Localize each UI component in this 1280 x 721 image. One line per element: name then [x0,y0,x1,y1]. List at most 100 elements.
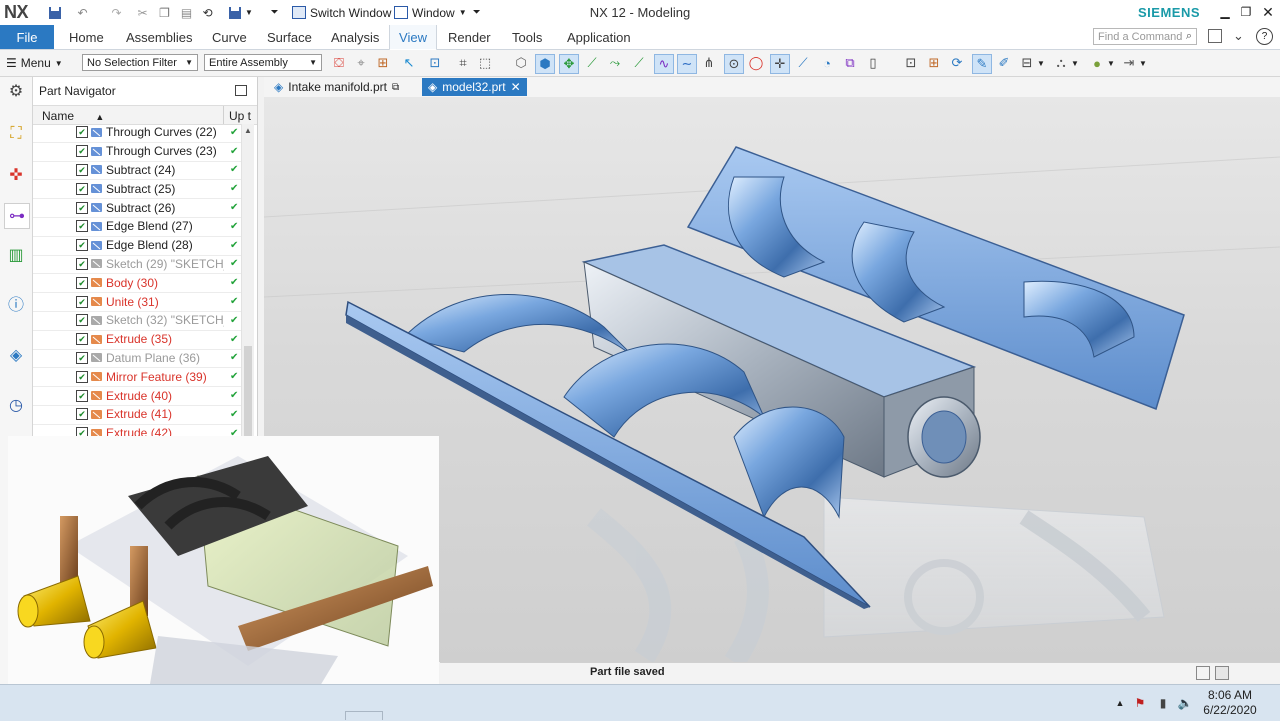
tab-tools[interactable]: Tools [512,25,542,49]
tab-model32[interactable]: ◈ model32.prt ✕ [422,78,527,96]
taskbar-app-button[interactable] [345,711,383,720]
feature-row[interactable]: ✔ Edge Blend (28) ✔ [33,236,241,256]
selection-filter-select[interactable]: No Selection Filter ▼ [82,54,198,71]
selection-status-icon[interactable] [1196,666,1210,680]
zoom-icon[interactable]: ⊞ [925,54,943,72]
help-icon[interactable]: ? [1256,28,1273,45]
feature-row[interactable]: ✔ Sketch (29) "SKETCH_... ✔ [33,255,241,275]
tab-surface[interactable]: Surface [267,25,312,49]
visibility-checkbox[interactable]: ✔ [76,145,88,158]
chevron-down-icon[interactable]: ▼ [1070,54,1080,72]
action-center-icon[interactable]: ⚑ [1132,695,1148,711]
curve-icon[interactable]: ⤳ [606,54,624,72]
visibility-checkbox[interactable]: ✔ [76,182,88,195]
visibility-checkbox[interactable]: ✔ [76,314,88,327]
feature-row[interactable]: ✔ Through Curves (22) ✔ [33,123,241,143]
feature-row[interactable]: ✔ Extrude (40) ✔ [33,386,241,406]
chevron-down-icon[interactable]: ▼ [1036,54,1046,72]
filter-settings-icon[interactable]: ⌖ [352,54,370,72]
feature-row[interactable]: ✔ Extrude (41) ✔ [33,405,241,425]
tab-view[interactable]: View [389,25,437,51]
web-browser-icon[interactable]: ⓘ [4,291,28,315]
scroll-up-icon[interactable]: ▲ [244,126,252,135]
document-icon[interactable]: ▯ [864,54,882,72]
show-hide-icon[interactable]: ⊡ [426,54,444,72]
select-face-icon[interactable]: ↖ [400,54,418,72]
feature-row[interactable]: ✔ Datum Plane (36) ✔ [33,349,241,369]
measure-icon[interactable]: ✐ [995,54,1013,72]
maximize-icon[interactable] [235,85,247,96]
help-chevron-icon[interactable]: ⌄ [1233,28,1244,44]
visibility-checkbox[interactable]: ✔ [76,239,88,252]
close-icon[interactable]: ✕ [1259,4,1277,20]
column-up-to-date[interactable]: Up t [229,109,255,123]
feature-row[interactable]: ✔ Through Curves (23) ✔ [33,142,241,162]
menu-button[interactable]: ☰ Menu ▼ [6,53,63,73]
quadrant-point-icon[interactable]: ◔ [818,54,836,72]
edge-icon[interactable]: ⟋ [630,54,648,72]
show-hidden-icons-icon[interactable]: ▲ [1112,695,1128,711]
minimize-icon[interactable]: ▁ [1216,4,1234,20]
rotate-icon[interactable]: ⟳ [948,54,966,72]
render-style-icon[interactable]: ⛬ [1052,54,1070,72]
tab-render[interactable]: Render [448,25,491,49]
feature-row[interactable]: ✔ Unite (31) ✔ [33,292,241,312]
feature-row[interactable]: ✔ Subtract (24) ✔ [33,161,241,181]
column-name[interactable]: Name ▲ [42,109,104,123]
visibility-checkbox[interactable]: ✔ [76,351,88,364]
filter-reset-icon[interactable]: ⛋ [330,54,348,72]
restore-icon[interactable]: ❐ [1237,4,1255,20]
snap-point-icon[interactable]: ⊞ [374,54,392,72]
rectangle-select-icon[interactable]: ⬚ [476,54,494,72]
feature-row[interactable]: ✔ Mirror Feature (39) ✔ [33,367,241,388]
scrollbar-thumb[interactable] [244,346,252,436]
visibility-checkbox[interactable]: ✔ [76,126,88,139]
face-select-icon[interactable]: ⬢ [535,54,555,74]
assembly-navigator-icon[interactable]: ⛶ [4,122,28,146]
visibility-checkbox[interactable]: ✔ [76,295,88,308]
visibility-checkbox[interactable]: ✔ [76,276,88,289]
visibility-checkbox[interactable]: ✔ [76,257,88,270]
chevron-down-icon[interactable]: ▼ [1106,54,1116,72]
angle-icon[interactable]: ⋔ [700,54,718,72]
battery-icon[interactable]: ▮ [1155,695,1171,711]
part-navigator-icon[interactable]: ⊶ [4,203,30,229]
feature-row[interactable]: ✔ Subtract (25) ✔ [33,179,241,200]
select-feature-icon[interactable]: ⌗ [454,54,472,72]
gear-icon[interactable]: ⚙ [4,79,28,103]
full-screen-icon[interactable] [1215,666,1229,680]
visibility-checkbox[interactable]: ✔ [76,389,88,402]
intersection-point-icon[interactable]: ✛ [770,54,790,74]
pan-icon[interactable]: ✎ [972,54,992,74]
fit-view-icon[interactable]: ⊡ [902,54,920,72]
feature-row[interactable]: ✔ Edge Blend (27) ✔ [33,217,241,237]
orient-view-icon[interactable]: ⊟ [1018,54,1036,72]
taskbar-clock[interactable]: 8:06 AM 6/22/2020 [1198,688,1262,718]
feature-row[interactable]: ✔ Extrude (35) ✔ [33,330,241,350]
tab-intake-manifold[interactable]: ◈ Intake manifold.prt ⧉ [268,78,405,96]
clock-icon[interactable]: ◷ [4,393,28,417]
assembly-scope-select[interactable]: Entire Assembly ▼ [204,54,322,71]
tab-analysis[interactable]: Analysis [331,25,379,49]
tab-application[interactable]: Application [567,25,631,49]
tab-assemblies[interactable]: Assemblies [126,25,192,49]
wave-icon[interactable]: ∼ [677,54,697,74]
tab-curve[interactable]: Curve [212,25,247,49]
reuse-library-icon[interactable]: ▥ [4,243,28,267]
visibility-checkbox[interactable]: ✔ [76,201,88,214]
feature-row[interactable]: ✔ Sketch (32) "SKETCH_... ✔ [33,311,241,331]
file-tab[interactable]: File [0,25,54,49]
close-icon[interactable]: ✕ [511,80,521,94]
feature-row[interactable]: ✔ Body (30) ✔ [33,273,241,294]
volume-icon[interactable]: 🔈 [1177,695,1193,711]
visibility-checkbox[interactable]: ✔ [76,370,88,383]
line-icon[interactable]: ⟋ [583,54,601,72]
spline-icon[interactable]: ∿ [654,54,674,74]
chevron-down-icon[interactable]: ▼ [1138,54,1148,72]
solid-body-icon[interactable]: ⬡ [512,54,530,72]
constraint-navigator-icon[interactable]: ✜ [4,163,28,187]
visibility-checkbox[interactable]: ✔ [76,163,88,176]
move-icon[interactable]: ✥ [559,54,579,74]
circle-point-icon[interactable]: ◯ [747,54,765,72]
visibility-checkbox[interactable]: ✔ [76,220,88,233]
